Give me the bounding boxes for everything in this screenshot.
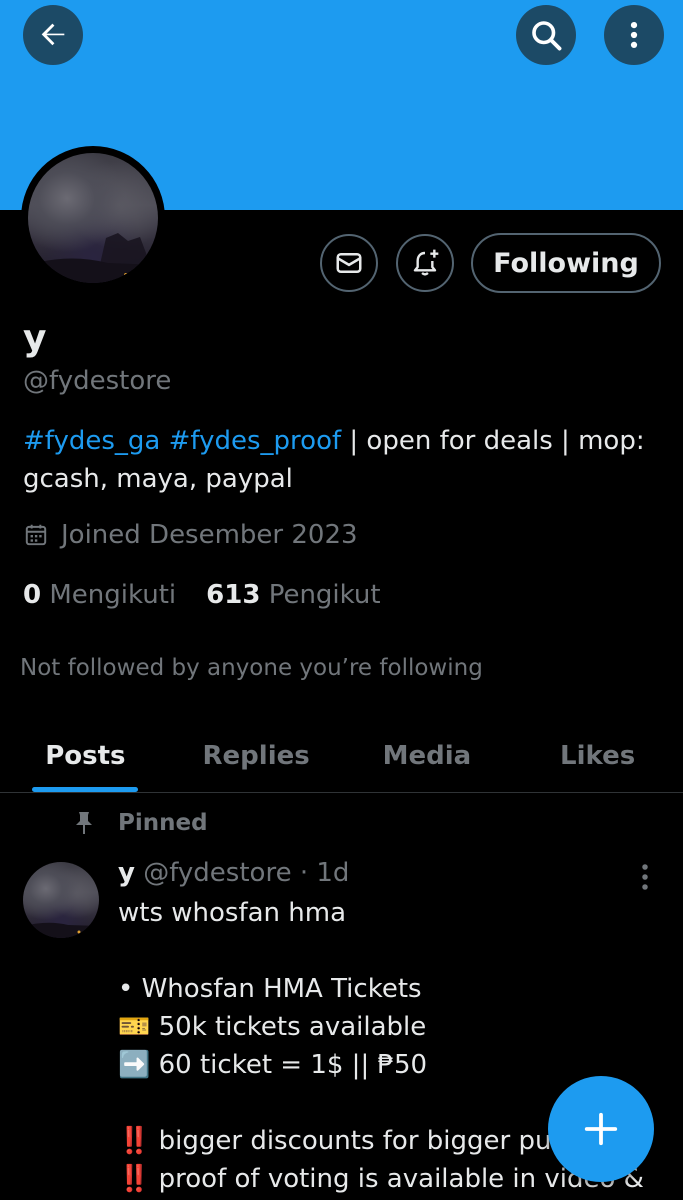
- pinned-label: Pinned: [118, 810, 208, 836]
- active-tab-indicator: [32, 787, 139, 792]
- profile-tabs: Posts Replies Media Likes: [0, 720, 683, 793]
- bell-plus-icon: [413, 249, 439, 276]
- following-stat[interactable]: 0 Mengikuti: [23, 580, 176, 610]
- post-time: · 1d: [299, 858, 350, 888]
- following-count: 0: [23, 580, 42, 610]
- profile-handle: @fydestore: [23, 366, 172, 396]
- joined-date: Joined Desember 2023: [23, 520, 358, 550]
- post-author-avatar[interactable]: [23, 862, 99, 938]
- more-vertical-icon: [630, 21, 638, 49]
- pinned-indicator: Pinned: [72, 810, 208, 836]
- following-label: Mengikuti: [49, 580, 177, 610]
- post-header: y @fydestore · 1d: [118, 858, 349, 888]
- followers-stat[interactable]: 613 Pengikut: [206, 580, 380, 610]
- back-button[interactable]: [23, 5, 83, 65]
- tab-label: Media: [382, 741, 472, 771]
- followers-label: Pengikut: [268, 580, 381, 610]
- tab-media[interactable]: Media: [342, 720, 513, 792]
- hashtag-link[interactable]: #fydes_proof: [169, 426, 342, 456]
- tab-replies[interactable]: Replies: [171, 720, 342, 792]
- joined-text: Joined Desember 2023: [61, 520, 358, 550]
- more-button[interactable]: [604, 5, 664, 65]
- profile-avatar[interactable]: [21, 146, 165, 290]
- search-icon: [532, 21, 562, 51]
- tab-label: Likes: [560, 741, 636, 771]
- compose-button[interactable]: [548, 1076, 654, 1182]
- post-author-handle[interactable]: @fydestore: [143, 858, 291, 888]
- search-button[interactable]: [516, 5, 576, 65]
- avatar-image: [23, 862, 99, 938]
- calendar-icon: [25, 524, 47, 546]
- avatar-image: [28, 153, 158, 283]
- profile-bio: #fydes_ga #fydes_proof | open for deals …: [23, 422, 663, 498]
- tab-label: Replies: [202, 741, 310, 771]
- follow-stats: 0 Mengikuti 613 Pengikut: [23, 580, 381, 610]
- not-followed-note: Not followed by anyone you’re following: [20, 655, 483, 681]
- profile-name: y: [23, 318, 47, 359]
- following-button[interactable]: Following: [471, 233, 661, 293]
- plus-icon: [584, 1112, 618, 1146]
- mail-icon: [336, 253, 362, 273]
- message-button[interactable]: [320, 234, 378, 292]
- tab-posts[interactable]: Posts: [0, 720, 171, 792]
- tab-likes[interactable]: Likes: [512, 720, 683, 792]
- hashtag-link[interactable]: #fydes_ga: [23, 426, 160, 456]
- notifications-button[interactable]: [396, 234, 454, 292]
- post-author-name[interactable]: y: [118, 858, 135, 888]
- followers-count: 613: [206, 580, 261, 610]
- tab-label: Posts: [45, 741, 126, 771]
- back-arrow-icon: [41, 23, 65, 46]
- pin-icon: [76, 812, 92, 834]
- post-more-icon[interactable]: [630, 862, 660, 892]
